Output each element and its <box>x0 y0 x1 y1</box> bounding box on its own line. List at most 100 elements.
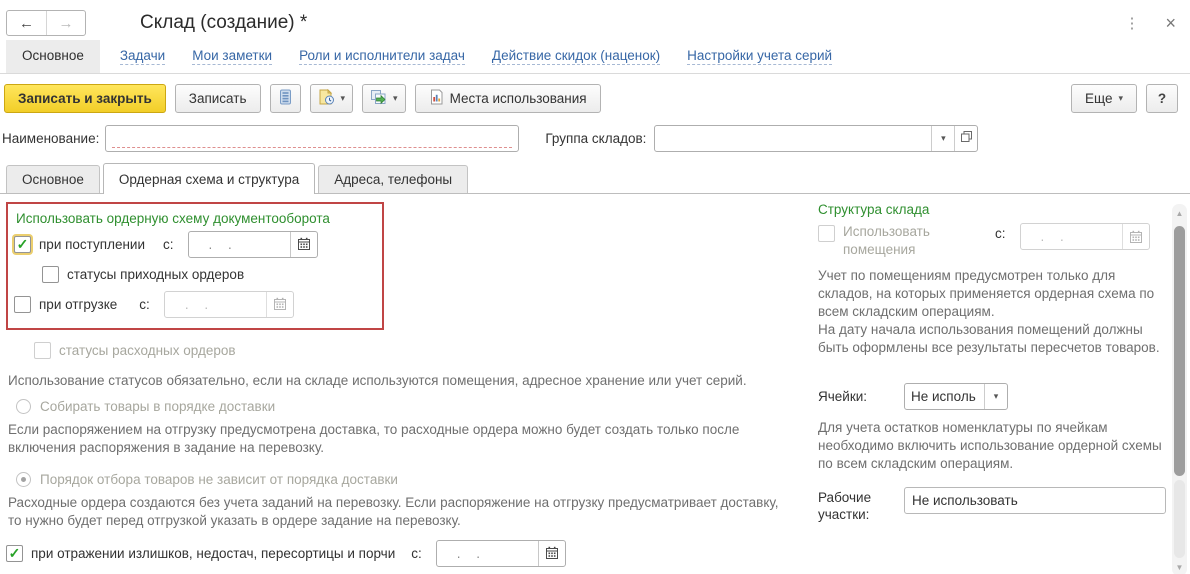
cells-row: Ячейки: Не исполь ▾ <box>818 383 1172 410</box>
show-in-list-button[interactable] <box>270 84 301 113</box>
premises-row: Использовать помещения с: . . <box>818 223 1172 258</box>
name-field-label: Наименование: <box>2 131 99 146</box>
statuses-hint: Использование статусов обязательно, если… <box>8 372 790 390</box>
save-button[interactable]: Записать <box>175 84 261 113</box>
premises-date-label: с: <box>995 226 1006 241</box>
independent-order-label: Порядок отбора товаров не зависит от пор… <box>40 472 398 487</box>
combobox-dropdown-button[interactable]: ▾ <box>931 126 954 151</box>
work-areas-label: Рабочие участки: <box>818 487 904 524</box>
collect-by-delivery-hint: Если распоряжением на отгрузку предусмот… <box>8 421 790 457</box>
history-buttons: ← → <box>6 10 86 36</box>
group-field-label: Группа складов: <box>545 131 646 146</box>
dropdown-caret-icon: ▾ <box>1118 93 1123 104</box>
shipment-date-label: с: <box>139 297 150 312</box>
surplus-date-input[interactable]: . . <box>436 540 566 567</box>
report-document-icon <box>429 89 444 108</box>
title-bar: ← → Склад (создание) * ⋮ × <box>0 0 1190 38</box>
surplus-checkbox[interactable] <box>6 545 23 562</box>
shipment-row: при отгрузке с: . . <box>14 289 376 319</box>
calendar-icon[interactable] <box>290 232 317 257</box>
receipt-statuses-row: статусы приходных ордеров <box>42 259 376 289</box>
premises-label: Использовать помещения <box>843 223 989 258</box>
scroll-up-icon[interactable]: ▲ <box>1172 206 1187 220</box>
order-scheme-header: Использовать ордерную схему документообо… <box>16 211 376 226</box>
nav-item-series-settings[interactable]: Настройки учета серий <box>687 40 832 73</box>
tab-order-scheme[interactable]: Ордерная схема и структура <box>103 163 315 194</box>
nav-item-my-notes[interactable]: Мои заметки <box>192 40 272 73</box>
nav-links-row: Основное Задачи Мои заметки Роли и испол… <box>0 40 1190 74</box>
dropdown-caret-icon: ▾ <box>393 93 398 104</box>
create-based-on-button[interactable]: ▾ <box>310 84 354 113</box>
calendar-icon <box>1122 224 1149 249</box>
independent-order-hint: Расходные ордера создаются без учета зад… <box>8 494 790 530</box>
open-in-new-icon <box>960 130 973 146</box>
order-scheme-section: Использовать ордерную схему документообо… <box>6 200 806 574</box>
shipment-statuses-label: статусы расходных ордеров <box>59 343 236 358</box>
vertical-scrollbar[interactable]: ▲ ▼ <box>1172 204 1187 574</box>
warehouse-structure-section: Структура склада Использовать помещения … <box>818 200 1172 574</box>
save-and-close-button[interactable]: Записать и закрыть <box>4 84 166 113</box>
document-clock-icon <box>318 89 335 108</box>
receipt-label: при поступлении <box>39 237 145 252</box>
independent-order-radio <box>16 472 31 487</box>
work-areas-input[interactable]: Не использовать <box>904 487 1166 514</box>
tab-addresses[interactable]: Адреса, телефоны <box>318 165 468 193</box>
work-areas-value: Не использовать <box>912 493 1018 508</box>
receipt-statuses-checkbox[interactable] <box>42 266 59 283</box>
receipt-checkbox[interactable] <box>14 236 31 253</box>
close-icon[interactable]: × <box>1165 14 1176 32</box>
scroll-down-icon[interactable]: ▼ <box>1172 560 1187 574</box>
nav-item-roles[interactable]: Роли и исполнители задач <box>299 40 465 73</box>
premises-hint-1: Учет по помещениям предусмотрен только д… <box>818 267 1172 321</box>
cells-combobox[interactable]: Не исполь ▾ <box>904 383 1008 410</box>
nav-item-tasks[interactable]: Задачи <box>120 40 165 73</box>
forward-arrow-icon: → <box>59 15 74 32</box>
nav-item-discounts[interactable]: Действие скидок (наценок) <box>492 40 660 73</box>
collect-by-delivery-radio <box>16 399 31 414</box>
receipt-date-input[interactable]: . . <box>188 231 318 258</box>
copy-link-button[interactable]: ▾ <box>362 84 406 113</box>
receipt-statuses-label: статусы приходных ордеров <box>67 267 244 282</box>
dropdown-caret-icon: ▾ <box>994 391 999 402</box>
forward-button[interactable]: → <box>46 11 85 35</box>
toolbar: Записать и закрыть Записать ▾ ▾ Места ис… <box>0 74 1190 122</box>
collect-by-delivery-label: Собирать товары в порядке доставки <box>40 399 275 414</box>
work-areas-row: Рабочие участки: Не использовать <box>818 487 1172 524</box>
page-title: Склад (создание) * <box>140 12 307 34</box>
name-input[interactable] <box>105 125 519 152</box>
header-fields-row: Наименование: Группа складов: ▾ <box>0 122 1190 162</box>
cells-hint: Для учета остатков номенклатуры по ячейк… <box>818 419 1172 473</box>
shipment-statuses-row: статусы расходных ордеров <box>34 335 806 365</box>
dropdown-caret-icon: ▾ <box>941 133 946 144</box>
scrollbar-track[interactable] <box>1174 480 1185 558</box>
cells-value: Не исполь <box>905 384 984 409</box>
premises-hint-2: На дату начала использования помещений д… <box>818 321 1172 357</box>
scrollbar-thumb[interactable] <box>1174 226 1185 476</box>
surplus-date-label: с: <box>411 546 422 561</box>
warehouse-group-combobox[interactable]: ▾ <box>654 125 978 152</box>
back-button[interactable]: ← <box>7 11 46 35</box>
tab-main[interactable]: Основное <box>6 165 100 193</box>
shipment-checkbox[interactable] <box>14 296 31 313</box>
back-arrow-icon: ← <box>19 15 34 32</box>
red-highlight-box: Использовать ордерную схему документообо… <box>6 202 384 330</box>
window-menu-icon[interactable]: ⋮ <box>1124 14 1139 32</box>
more-button[interactable]: Еще ▾ <box>1071 84 1137 113</box>
calendar-icon[interactable] <box>538 541 565 566</box>
usage-places-button[interactable]: Места использования <box>415 84 601 113</box>
help-button[interactable]: ? <box>1146 84 1178 113</box>
shipment-date-input: . . <box>164 291 294 318</box>
open-value-button[interactable] <box>954 126 977 151</box>
dropdown-caret-icon: ▾ <box>341 93 346 104</box>
surplus-row: при отражении излишков, недостач, пересо… <box>6 538 806 568</box>
shipment-label: при отгрузке <box>39 297 117 312</box>
receipt-date-label: с: <box>163 237 174 252</box>
required-field-underline <box>112 147 512 148</box>
list-card-icon <box>278 89 293 108</box>
cells-label: Ячейки: <box>818 389 904 404</box>
surplus-label: при отражении излишков, недостач, пересо… <box>31 546 395 561</box>
combobox-dropdown-button[interactable]: ▾ <box>984 384 1007 409</box>
premises-date-input: . . <box>1020 223 1150 250</box>
nav-item-main[interactable]: Основное <box>6 40 100 73</box>
calendar-icon <box>266 292 293 317</box>
